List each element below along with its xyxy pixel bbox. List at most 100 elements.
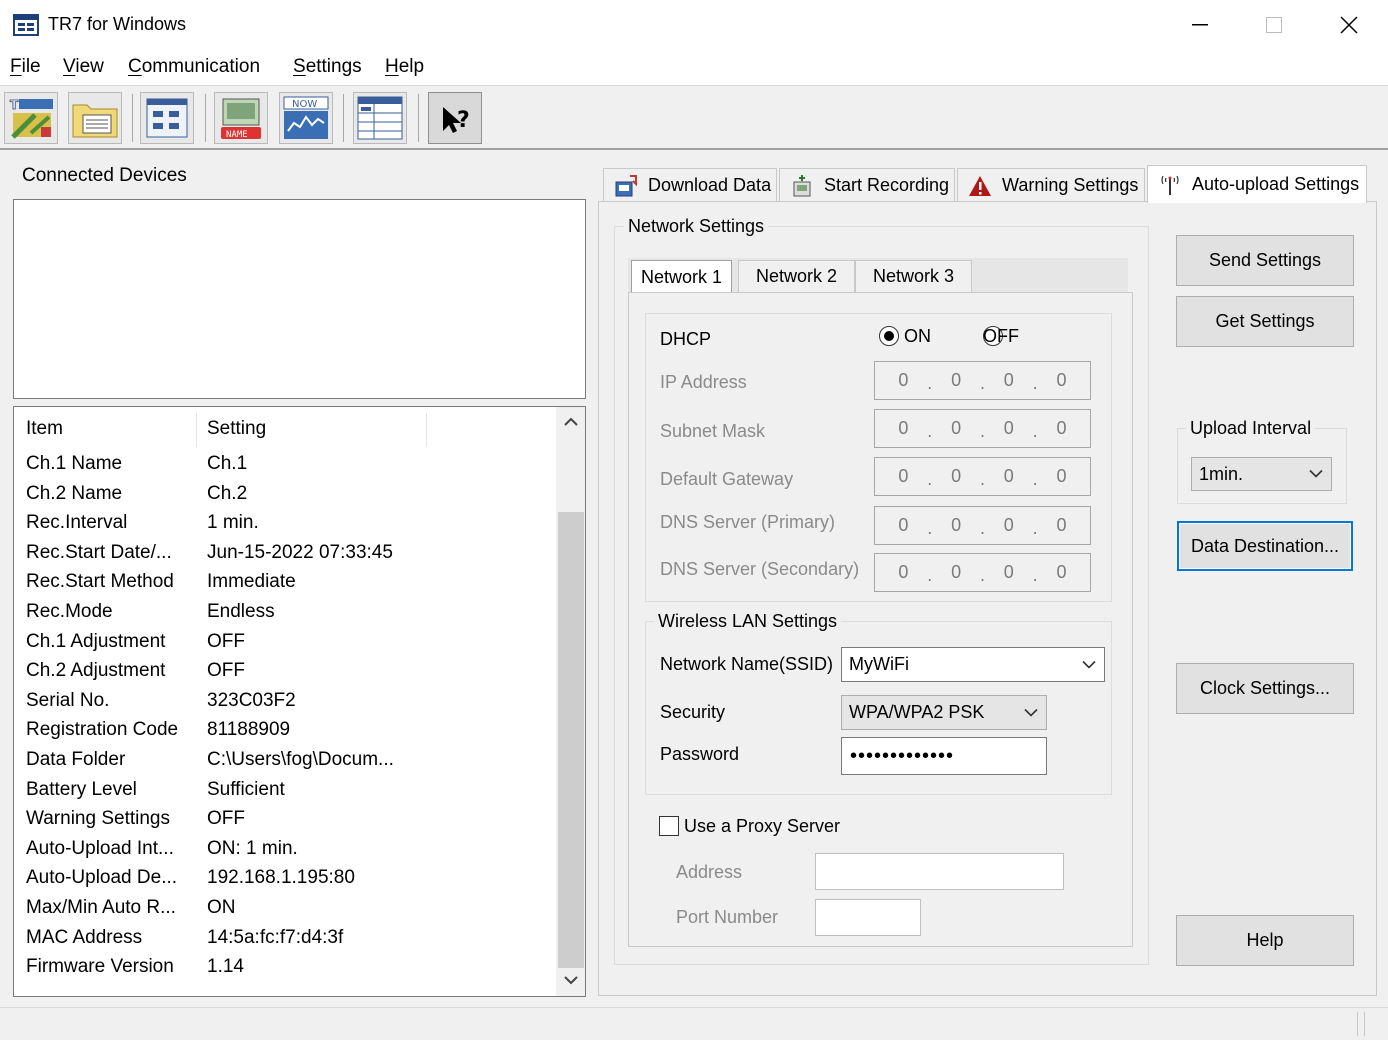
password-field[interactable]: ••••••••••••• (841, 737, 1047, 775)
property-row[interactable]: Warning Settings OFF (14, 808, 554, 838)
property-row[interactable]: Rec.Start Date/... Jun-15-2022 07:33:45 (14, 542, 554, 572)
default-gateway-label: Default Gateway (660, 469, 794, 489)
close-button[interactable] (1312, 0, 1386, 50)
maximize-button[interactable] (1237, 0, 1311, 50)
property-row[interactable]: Auto-Upload Int... ON: 1 min. (14, 838, 554, 868)
menu-settings[interactable]: Settings (293, 56, 362, 78)
scroll-down-icon[interactable] (564, 975, 578, 985)
tab-download-label: Download Data (648, 175, 772, 195)
octet: 0 (898, 370, 909, 390)
help-button[interactable]: Help (1176, 915, 1354, 966)
vertical-scrollbar[interactable] (556, 407, 585, 996)
property-row[interactable]: Ch.1 Name Ch.1 (14, 453, 554, 483)
tab-warning-settings[interactable]: Warning Settings (957, 168, 1145, 202)
octet-separator: . (927, 518, 933, 538)
context-help-button[interactable]: ? (428, 92, 482, 144)
property-setting: 1 min. (207, 512, 259, 534)
property-row[interactable]: Rec.Interval 1 min. (14, 512, 554, 542)
proxy-label[interactable]: Use a Proxy Server (684, 816, 840, 837)
proxy-port-field[interactable] (815, 899, 921, 936)
property-setting: ON (207, 897, 236, 918)
menu-help[interactable]: Help (385, 56, 424, 78)
current-readings-button[interactable]: NOW (279, 92, 333, 144)
get-settings-button[interactable]: Get Settings (1176, 296, 1354, 347)
device-name-button[interactable]: NAME (214, 92, 268, 144)
property-row[interactable]: MAC Address 14:5a:fc:f7:d4:3f (14, 927, 554, 957)
property-setting: 14:5a:fc:f7:d4:3f (207, 926, 344, 948)
table-view-button[interactable] (353, 92, 407, 144)
clock-settings-button[interactable]: Clock Settings... (1176, 663, 1354, 714)
property-setting: Ch.1 (207, 453, 248, 474)
proxy-address-field[interactable] (815, 853, 1064, 890)
data-folder-button[interactable] (68, 92, 122, 144)
security-dropdown[interactable]: WPA/WPA2 PSK (841, 695, 1047, 730)
scroll-up-icon[interactable] (564, 417, 578, 427)
send-settings-button[interactable]: Send Settings (1176, 235, 1354, 286)
octet-separator: . (927, 373, 933, 393)
property-row[interactable]: Serial No. 323C03F2 (14, 690, 554, 720)
tab-download-data[interactable]: Download Data (603, 168, 777, 202)
tab-start-recording[interactable]: Start Recording (779, 168, 955, 202)
data-destination-button[interactable]: Data Destination... (1177, 521, 1353, 571)
minimize-button[interactable] (1163, 0, 1237, 50)
property-item: Auto-Upload De... (26, 867, 178, 889)
property-row[interactable]: Ch.2 Adjustment OFF (14, 660, 554, 690)
current-readings-icon: NOW (283, 96, 329, 139)
property-row[interactable]: Ch.1 Adjustment OFF (14, 631, 554, 661)
subtab-network-2[interactable]: Network 2 (738, 260, 855, 293)
default-gateway-field[interactable]: 0. 0. 0. 0 (874, 457, 1091, 496)
octet: 0 (1056, 466, 1067, 486)
menu-view[interactable]: View (63, 56, 104, 78)
octet: 0 (1003, 370, 1014, 390)
property-row[interactable]: Data Folder C:\Users\fog\Docum... (14, 749, 554, 779)
proxy-checkbox[interactable] (659, 816, 679, 836)
property-row[interactable]: Rec.Mode Endless (14, 601, 554, 631)
minimize-icon (1192, 24, 1208, 26)
ssid-combobox[interactable]: MyWiFi (841, 647, 1105, 682)
dhcp-on-radio[interactable] (879, 326, 899, 346)
octet-separator: . (979, 421, 985, 441)
property-row[interactable]: Registration Code 81188909 (14, 719, 554, 749)
device-properties-list[interactable]: Item Setting Ch.1 Name Ch.1 Ch.2 Name Ch.2 R… (13, 406, 586, 997)
wizard-icon: T (7, 95, 55, 141)
property-setting: 1.14 (207, 956, 244, 978)
property-row[interactable]: Battery Level Sufficient (14, 779, 554, 809)
device-list-button[interactable] (140, 92, 194, 144)
toolbar-separator (418, 94, 419, 142)
property-row[interactable]: Auto-Upload De... 192.168.1.195:80 (14, 867, 554, 897)
maximize-icon (1266, 17, 1282, 33)
octet-separator: . (1032, 469, 1038, 489)
property-setting: OFF (207, 808, 245, 830)
subtab-network-3[interactable]: Network 3 (855, 260, 972, 293)
menu-communication[interactable]: Communication (128, 56, 260, 78)
dns-secondary-field[interactable]: 0. 0. 0. 0 (874, 553, 1091, 592)
password-value: ••••••••••••• (850, 744, 955, 767)
tab-auto-upload-settings[interactable]: Auto-upload Settings (1147, 165, 1367, 203)
property-row[interactable]: Max/Min Auto R... ON (14, 897, 554, 927)
security-value: WPA/WPA2 PSK (849, 702, 985, 722)
property-item: Rec.Start Method (26, 571, 174, 593)
dns-primary-field[interactable]: 0. 0. 0. 0 (874, 506, 1091, 545)
menu-file[interactable]: File (10, 56, 41, 78)
data-folder-icon (72, 104, 118, 138)
scrollbar-thumb[interactable] (558, 512, 584, 968)
subtab-network-1[interactable]: Network 1 (631, 260, 732, 293)
property-row[interactable]: Rec.Start Method Immediate (14, 571, 554, 601)
octet: 0 (1056, 515, 1067, 535)
column-item[interactable]: Item (26, 418, 63, 440)
column-setting[interactable]: Setting (207, 418, 266, 440)
dhcp-off-label[interactable]: OFF (983, 326, 1019, 347)
property-row[interactable]: Firmware Version 1.14 (14, 956, 554, 986)
property-item: Serial No. (26, 689, 110, 711)
wireless-lan-title: Wireless LAN Settings (654, 611, 842, 632)
property-row[interactable]: Ch.2 Name Ch.2 (14, 483, 554, 513)
upload-interval-dropdown[interactable]: 1min. (1191, 457, 1332, 491)
property-item: Ch.1 Name (26, 453, 123, 474)
ip-address-field[interactable]: 0. 0. 0. 0 (874, 361, 1091, 400)
connected-devices-list[interactable] (13, 199, 586, 399)
property-item: Registration Code (26, 719, 179, 741)
dhcp-on-label[interactable]: ON (904, 326, 931, 347)
tab-start-label: Start Recording (824, 175, 950, 195)
wizard-button[interactable]: T (4, 92, 58, 144)
subnet-mask-field[interactable]: 0. 0. 0. 0 (874, 409, 1091, 448)
